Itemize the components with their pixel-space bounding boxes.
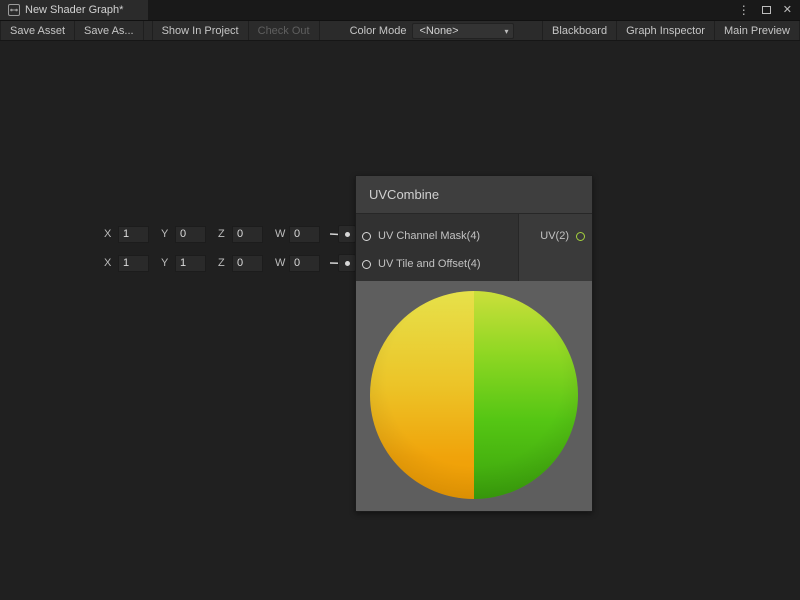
- node-ports: UV Channel Mask(4) UV Tile and Offset(4)…: [356, 214, 592, 281]
- axis-label-y: Y: [161, 228, 173, 240]
- shader-graph-tab[interactable]: New Shader Graph*: [0, 0, 148, 20]
- graph-inspector-button[interactable]: Graph Inspector: [617, 21, 715, 40]
- color-mode-value: <None>: [419, 25, 458, 37]
- dropdown-arrow-icon: ▾: [499, 27, 513, 36]
- node-output-ports: UV(2): [518, 214, 592, 281]
- close-icon[interactable]: ✕: [783, 5, 792, 16]
- input-port-label: UV Tile and Offset(4): [378, 258, 481, 270]
- vector4-row-tile-offset: X Y Z W: [104, 254, 356, 272]
- main-preview-button[interactable]: Main Preview: [715, 21, 800, 40]
- maximize-icon[interactable]: [762, 6, 771, 14]
- graph-canvas[interactable]: X Y Z W X Y Z W UVCombine UV Channel Mas…: [0, 41, 800, 600]
- shader-graph-icon: [8, 4, 20, 16]
- vector-field-x[interactable]: [118, 255, 149, 272]
- axis-label-x: X: [104, 228, 116, 240]
- node-title: UVCombine: [369, 187, 439, 202]
- axis-label-x: X: [104, 257, 116, 269]
- node-preview: [356, 281, 592, 511]
- port-stub[interactable]: [338, 225, 356, 243]
- titlebar-spacer: [148, 0, 738, 20]
- input-port-circle[interactable]: [362, 260, 371, 269]
- vector-field-y[interactable]: [175, 226, 206, 243]
- vector4-row-channel-mask: X Y Z W: [104, 225, 356, 243]
- color-mode-label: Color Mode: [346, 21, 413, 40]
- vector-field-w[interactable]: [289, 255, 320, 272]
- toolbar-gap: [320, 21, 346, 40]
- vector-field-z[interactable]: [232, 226, 263, 243]
- axis-label-z: Z: [218, 257, 230, 269]
- vector-field-y[interactable]: [175, 255, 206, 272]
- preview-sphere: [370, 291, 578, 499]
- input-port-row: UV Channel Mask(4): [356, 222, 518, 250]
- output-port-circle[interactable]: [576, 232, 585, 241]
- axis-label-w: W: [275, 257, 287, 269]
- toolbar: Save Asset Save As... Show In Project Ch…: [0, 21, 800, 41]
- output-port-row: UV(2): [519, 222, 592, 250]
- sphere-shading: [370, 291, 578, 499]
- vector-field-x[interactable]: [118, 226, 149, 243]
- check-out-button: Check Out: [249, 21, 320, 40]
- node-header[interactable]: UVCombine: [356, 176, 592, 214]
- color-mode-dropdown[interactable]: <None> ▾: [412, 23, 514, 39]
- save-asset-button[interactable]: Save Asset: [0, 21, 75, 40]
- toolbar-gap: [144, 21, 152, 40]
- vector-field-z[interactable]: [232, 255, 263, 272]
- port-stub-dot-icon: [345, 232, 350, 237]
- vector-field-w[interactable]: [289, 226, 320, 243]
- save-as-button[interactable]: Save As...: [75, 21, 144, 40]
- input-port-circle[interactable]: [362, 232, 371, 241]
- output-port-label: UV(2): [540, 230, 569, 242]
- input-port-label: UV Channel Mask(4): [378, 230, 480, 242]
- node-input-ports: UV Channel Mask(4) UV Tile and Offset(4): [356, 214, 518, 281]
- blackboard-button[interactable]: Blackboard: [542, 21, 617, 40]
- uvcombine-node[interactable]: UVCombine UV Channel Mask(4) UV Tile and…: [355, 175, 593, 512]
- axis-label-z: Z: [218, 228, 230, 240]
- tab-title: New Shader Graph*: [25, 4, 123, 16]
- axis-label-y: Y: [161, 257, 173, 269]
- axis-label-w: W: [275, 228, 287, 240]
- input-port-row: UV Tile and Offset(4): [356, 250, 518, 278]
- port-stub-dot-icon: [345, 261, 350, 266]
- toolbar-spacer: [514, 21, 542, 40]
- titlebar: New Shader Graph* ⋮ ✕: [0, 0, 800, 21]
- show-in-project-button[interactable]: Show In Project: [152, 21, 249, 40]
- kebab-menu-icon[interactable]: ⋮: [738, 4, 750, 16]
- port-stub[interactable]: [338, 254, 356, 272]
